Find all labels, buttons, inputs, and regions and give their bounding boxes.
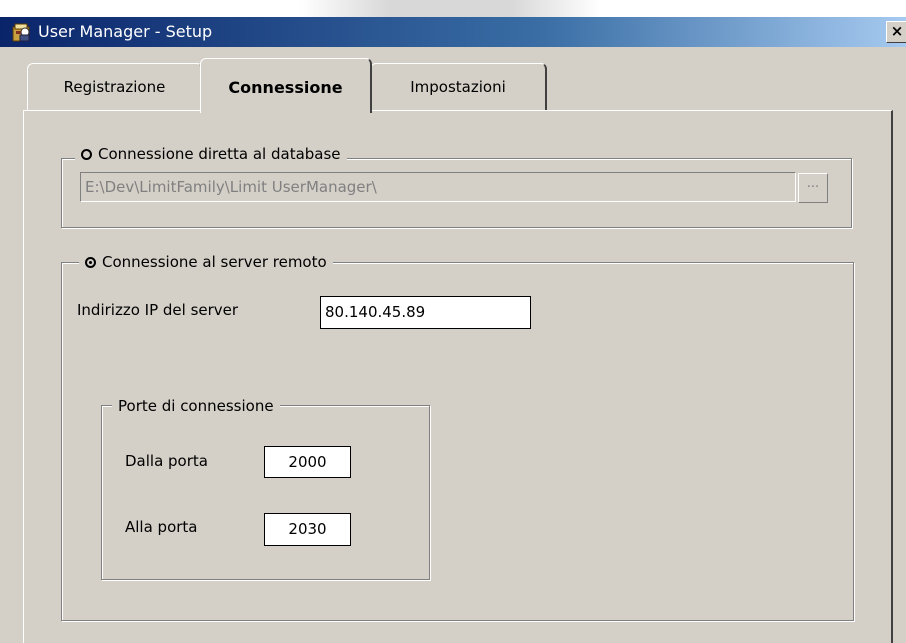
to-port-input[interactable]: 2030 [264, 513, 351, 546]
background-fade [300, 0, 600, 17]
tab-connessione[interactable]: Connessione [200, 58, 372, 113]
tab-impostazioni[interactable]: Impostazioni [370, 63, 547, 111]
direct-connection-label: Connessione diretta al database [98, 145, 341, 163]
to-port-label: Alla porta [125, 518, 198, 536]
ports-group-title: Porte di connessione [112, 396, 280, 416]
title-bar[interactable]: User Manager - Setup × [0, 17, 906, 47]
ports-group [101, 405, 430, 580]
remote-connection-label: Connessione al server remoto [102, 253, 327, 271]
close-button[interactable]: × [886, 21, 906, 43]
remote-connection-radio[interactable]: Connessione al server remoto [79, 252, 333, 272]
server-ip-label: Indirizzo IP del server [77, 301, 239, 319]
from-port-label: Dalla porta [125, 452, 208, 470]
setup-window: User Manager - Setup × Registrazione Con… [0, 0, 906, 643]
direct-connection-radio[interactable]: Connessione diretta al database [75, 144, 347, 164]
browse-button[interactable]: ... [798, 173, 828, 203]
tab-registrazione[interactable]: Registrazione [27, 63, 203, 111]
window-title: User Manager - Setup [38, 22, 213, 41]
database-path-field[interactable]: E:\Dev\LimitFamily\Limit UserManager\ [80, 172, 796, 202]
background-strip [0, 0, 906, 17]
user-manager-app-icon [12, 23, 30, 42]
server-ip-input[interactable]: 80.140.45.89 [320, 296, 531, 329]
radio-selected-icon [85, 257, 96, 268]
from-port-input[interactable]: 2000 [264, 446, 351, 478]
radio-unselected-icon [81, 149, 92, 160]
